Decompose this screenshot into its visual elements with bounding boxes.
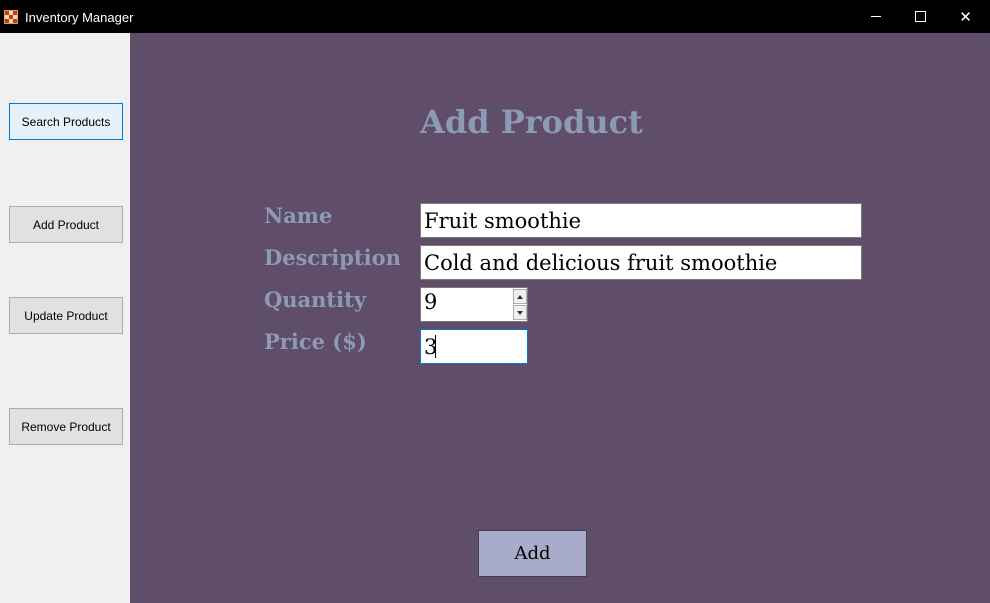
window-title: Inventory Manager <box>25 10 134 25</box>
remove-product-button[interactable]: Remove Product <box>9 408 123 445</box>
minimize-button[interactable] <box>853 0 898 33</box>
close-icon: ✕ <box>959 7 972 26</box>
description-label: Description <box>264 245 401 270</box>
price-field-wrapper <box>420 329 528 364</box>
quantity-decrement-button[interactable] <box>513 305 527 320</box>
add-product-panel: Add Product Name Description Quantity 9 … <box>130 33 990 603</box>
text-caret <box>435 335 436 358</box>
title-bar: Inventory Manager ✕ <box>0 0 990 33</box>
quantity-increment-button[interactable] <box>513 289 527 304</box>
app-icon <box>4 10 18 24</box>
maximize-button[interactable] <box>898 0 943 33</box>
maximize-icon <box>915 11 926 22</box>
update-product-button[interactable]: Update Product <box>9 297 123 334</box>
close-button[interactable]: ✕ <box>943 0 988 33</box>
arrow-up-icon <box>517 294 523 299</box>
price-label: Price ($) <box>264 329 367 354</box>
arrow-down-icon <box>517 310 523 315</box>
sidebar: Search Products Add Product Update Produ… <box>0 33 130 603</box>
name-label: Name <box>264 203 333 228</box>
quantity-stepper[interactable]: 9 <box>420 287 528 322</box>
minimize-icon <box>870 16 881 17</box>
page-title: Add Product <box>420 103 643 141</box>
search-products-button[interactable]: Search Products <box>9 103 123 140</box>
add-button[interactable]: Add <box>478 530 587 577</box>
quantity-label: Quantity <box>264 287 367 312</box>
add-product-button[interactable]: Add Product <box>9 206 123 243</box>
price-field[interactable] <box>420 329 528 364</box>
name-field[interactable] <box>420 203 862 238</box>
quantity-value: 9 <box>424 290 438 314</box>
description-field[interactable] <box>420 245 862 280</box>
